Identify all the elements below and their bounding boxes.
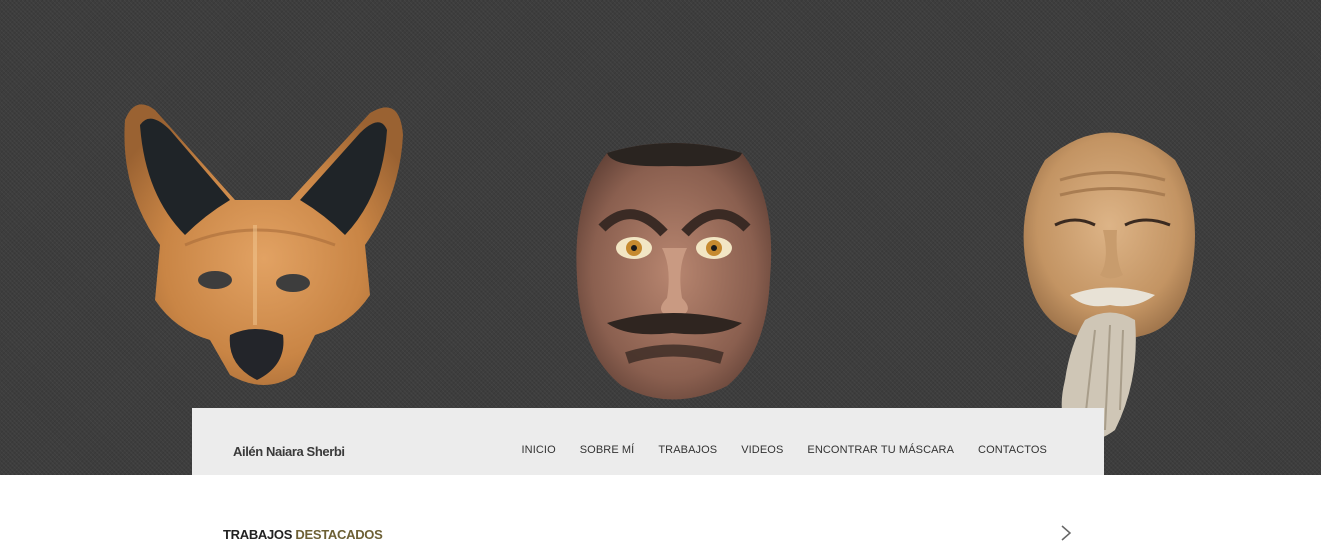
nav-item-trabajos[interactable]: TRABAJOS xyxy=(658,444,717,456)
hero-banner xyxy=(0,0,1321,475)
featured-title-part1: TRABAJOS xyxy=(223,527,293,542)
nav-item-encontrar-tu-mascara[interactable]: ENCONTRAR TU MÁSCARA xyxy=(807,444,954,456)
fox-mask-image xyxy=(115,95,410,390)
featured-title-part2: DESTACADOS xyxy=(295,527,383,542)
featured-works-title: TRABAJOS DESTACADOS xyxy=(223,527,383,542)
brand-logo[interactable]: Ailén Naiara Sherbi xyxy=(233,444,345,459)
main-nav: INICIO SOBRE MÍ TRABAJOS VIDEOS ENCONTRA… xyxy=(498,444,1047,456)
oni-mask-image xyxy=(572,138,777,403)
nav-item-sobre-mi[interactable]: SOBRE MÍ xyxy=(580,444,635,456)
elder-mask-image xyxy=(1015,120,1205,450)
nav-item-inicio[interactable]: INICIO xyxy=(522,444,556,456)
nav-item-contactos[interactable]: CONTACTOS xyxy=(978,444,1047,456)
main-navbar: Ailén Naiara Sherbi INICIO SOBRE MÍ TRAB… xyxy=(192,408,1104,475)
nav-item-videos[interactable]: VIDEOS xyxy=(741,444,783,456)
